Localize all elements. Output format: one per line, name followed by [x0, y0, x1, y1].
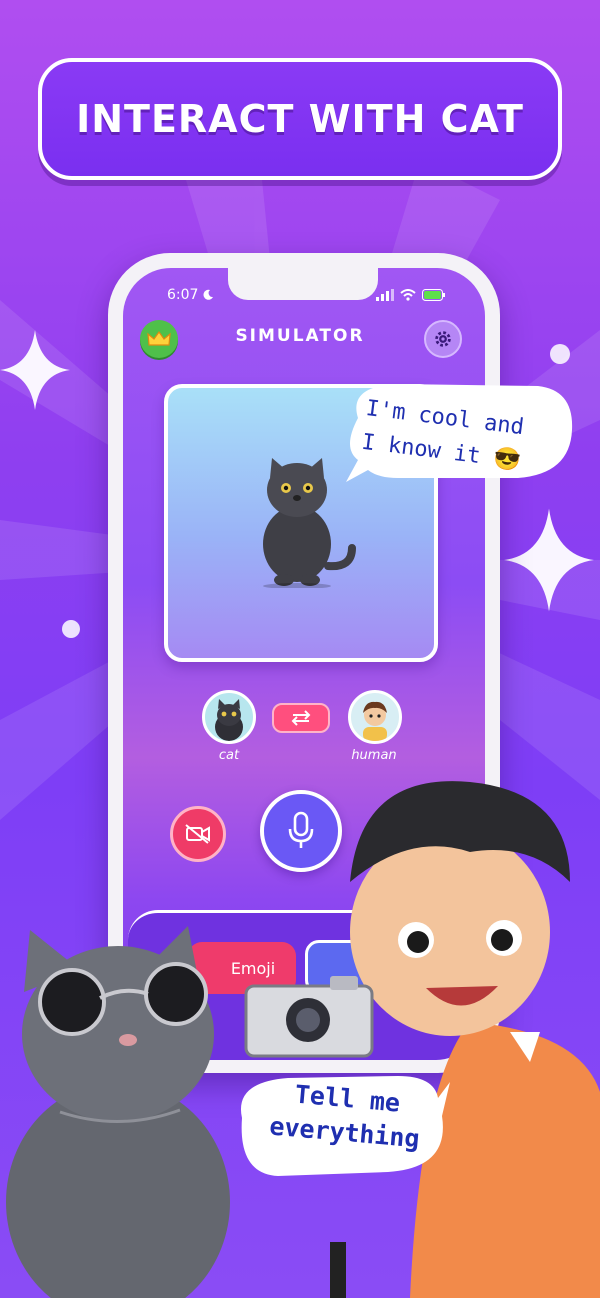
signal-icon	[376, 289, 394, 301]
settings-button[interactable]	[424, 320, 462, 358]
swap-button[interactable]	[272, 703, 330, 733]
avatar-cat[interactable]	[202, 690, 256, 744]
phone-notch	[228, 268, 378, 300]
video-off-icon	[185, 824, 210, 844]
gear-icon	[435, 331, 451, 347]
sparkle-icon	[0, 330, 70, 410]
sparkle-dot	[62, 620, 80, 638]
banner-title: INTERACT WITH CAT	[76, 97, 524, 141]
crown-icon	[147, 330, 171, 346]
camera-illustration	[244, 976, 374, 1058]
status-time: 6:07	[167, 287, 199, 303]
swap-icon	[291, 710, 311, 726]
human-avatar-icon	[363, 701, 387, 741]
battery-icon	[422, 289, 445, 301]
title-banner: INTERACT WITH CAT	[38, 58, 562, 180]
page-title: SIMULATOR	[235, 326, 365, 346]
sparkle-icon	[504, 508, 594, 612]
moon-icon	[203, 289, 213, 300]
cat-avatar-icon	[215, 699, 243, 741]
sunglasses-cat-illustration	[6, 926, 230, 1298]
sparkle-dot	[550, 344, 570, 364]
wifi-icon	[400, 289, 416, 301]
premium-button[interactable]	[140, 320, 178, 358]
avatar-human[interactable]	[348, 690, 402, 744]
status-icons	[376, 289, 446, 301]
participant-label-human: human	[351, 748, 397, 763]
camera-toggle-button[interactable]	[170, 806, 226, 862]
participant-label-cat: cat	[218, 748, 240, 763]
